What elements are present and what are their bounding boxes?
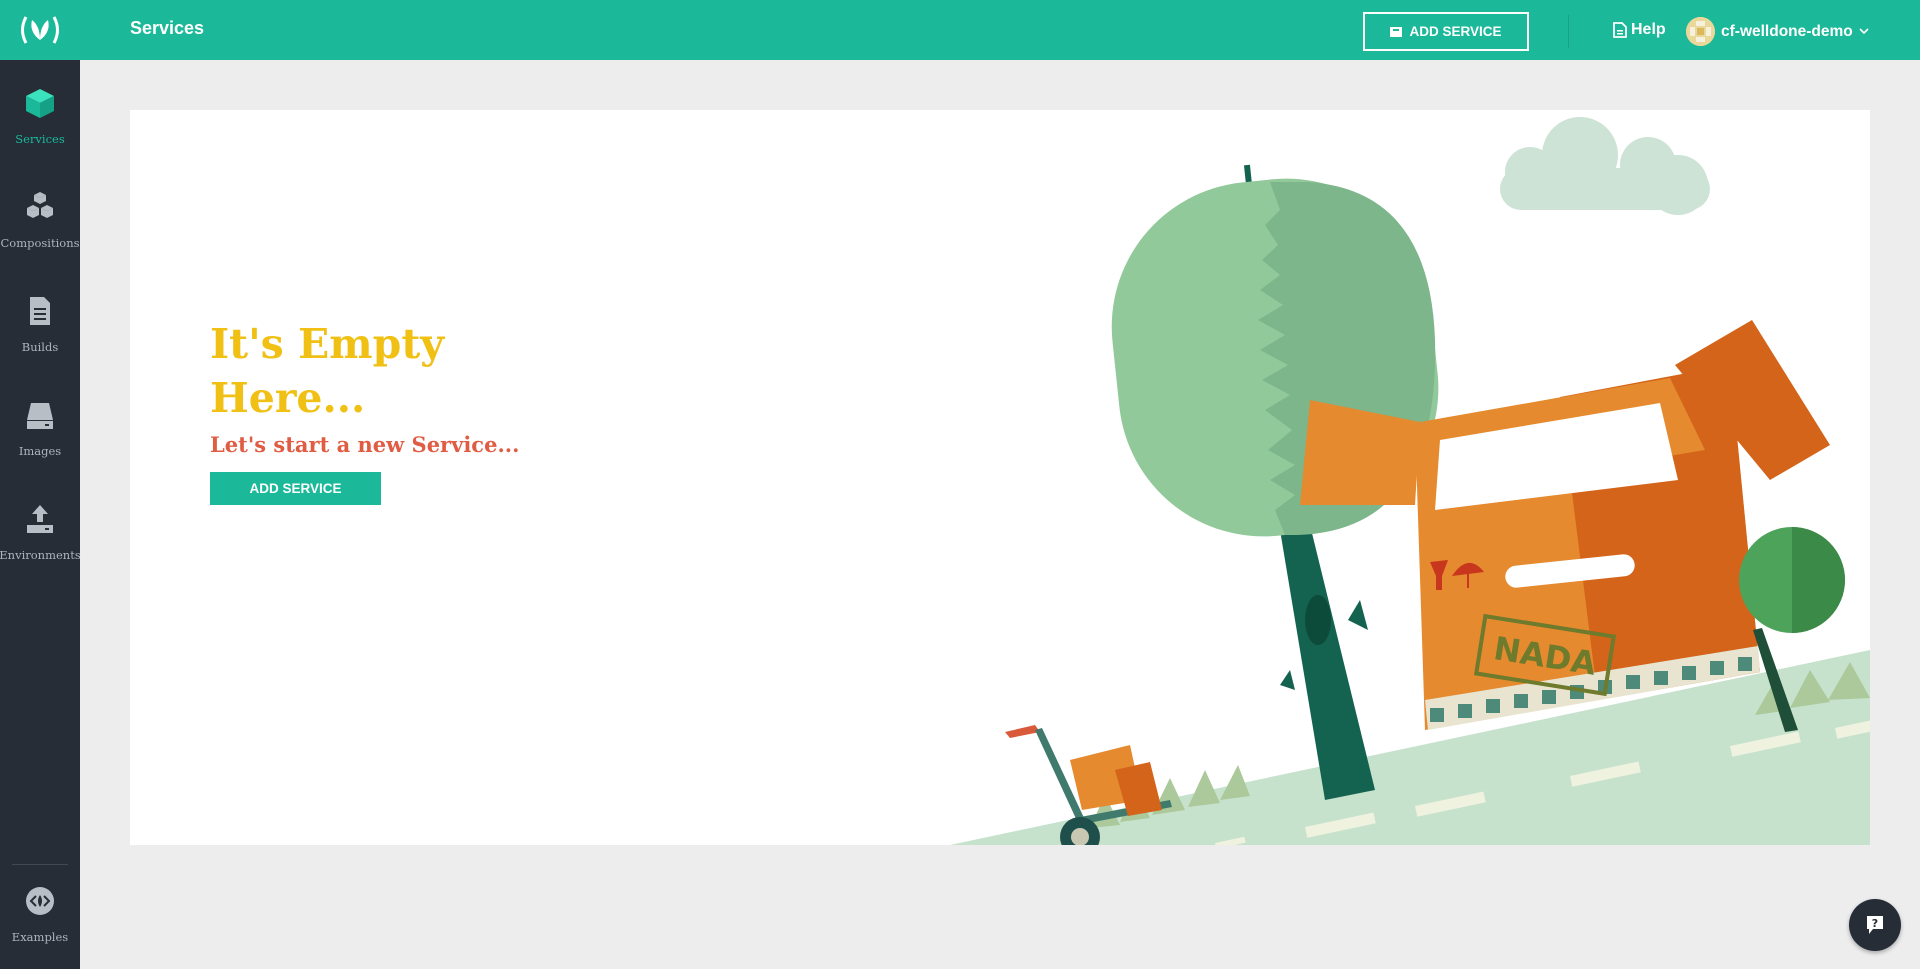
sidebar-item-images[interactable]: Images [0, 388, 80, 488]
app-logo[interactable] [0, 0, 80, 60]
empty-box-illustration: NADA [950, 117, 1870, 845]
add-service-header-button[interactable]: ADD SERVICE [1363, 12, 1529, 51]
code-icon [26, 887, 54, 915]
drive-icon [27, 403, 53, 429]
cloud [1500, 117, 1710, 215]
add-service-button[interactable]: ADD SERVICE [210, 472, 381, 505]
user-menu[interactable]: cf-welldone-demo [1686, 17, 1869, 46]
empty-state-card: NADA It's Empty Here... Let's start a ne… [130, 110, 1870, 845]
chevron-down-icon [1859, 28, 1869, 35]
username: cf-welldone-demo [1721, 22, 1853, 40]
help-link[interactable]: Help [1613, 21, 1666, 39]
sidebar-item-label: Environments [0, 548, 81, 562]
topbar-divider [1568, 15, 1569, 48]
svg-text:?: ? [1872, 917, 1878, 930]
sidebar-item-examples[interactable]: Examples [0, 874, 80, 969]
sidebar-item-label: Compositions [0, 236, 80, 250]
cubes-icon [27, 192, 53, 218]
upload-icon [27, 505, 53, 533]
leaf-logo-icon [21, 16, 59, 44]
topbar: Services ADD SERVICE Help cf-welldone-de… [80, 0, 1920, 60]
sidebar: Services Compositions Builds Images Envi… [0, 0, 81, 969]
help-chat-button[interactable]: ? [1849, 899, 1901, 951]
add-service-label: ADD SERVICE [249, 481, 342, 496]
cube-icon [26, 89, 54, 118]
empty-state-subtitle: Let's start a new Service... [210, 432, 520, 457]
box-icon [1390, 26, 1403, 37]
sidebar-item-environments[interactable]: Environments [0, 492, 81, 592]
sidebar-item-compositions[interactable]: Compositions [0, 180, 80, 280]
document-icon [30, 297, 50, 325]
help-label: Help [1631, 21, 1666, 38]
page-title: Services [130, 18, 205, 38]
add-service-header-label: ADD SERVICE [1409, 24, 1502, 39]
sidebar-item-label: Services [15, 132, 65, 146]
sidebar-item-builds[interactable]: Builds [0, 284, 80, 384]
sidebar-divider [12, 864, 68, 865]
avatar [1686, 17, 1715, 46]
sidebar-item-label: Images [18, 444, 62, 458]
question-chat-icon: ? [1867, 916, 1883, 934]
empty-state-title: It's Empty Here... [210, 320, 445, 422]
sidebar-item-label: Builds [21, 340, 59, 354]
sidebar-item-label: Examples [11, 930, 69, 944]
help-document-icon [1613, 22, 1627, 38]
sidebar-item-services[interactable]: Services [0, 76, 80, 176]
